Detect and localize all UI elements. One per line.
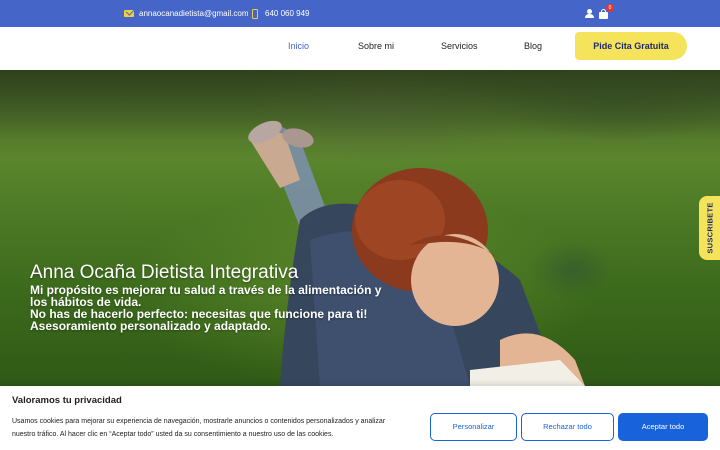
mobile-phone-icon: [252, 8, 258, 19]
user-icon[interactable]: [585, 9, 594, 19]
hero-photo-woman-reading: [248, 120, 585, 386]
nav-item-servicios[interactable]: Servicios: [441, 27, 478, 70]
hero-section: Anna Ocaña Dietista Integrativa Mi propó…: [0, 70, 720, 386]
customize-cookies-button[interactable]: Personalizar: [430, 413, 517, 441]
envelope-icon: [124, 10, 134, 17]
reject-all-cookies-button[interactable]: Rechazar todo: [521, 413, 614, 441]
nav-item-inicio[interactable]: Inicio: [288, 27, 309, 70]
top-contact-bar: annaocanadietista@gmail.com 640 060 949 …: [0, 0, 720, 27]
subscribe-side-tab[interactable]: SUSCRIBETE: [699, 196, 720, 260]
hero-line-4: Asesoramiento personalizado y adaptado.: [30, 319, 271, 333]
phone-contact[interactable]: 640 060 949: [252, 0, 310, 27]
subscribe-tab-label: SUSCRIBETE: [705, 202, 714, 254]
book-appointment-button[interactable]: Pide Cita Gratuita: [575, 32, 687, 60]
email-text[interactable]: annaocanadietista@gmail.com: [139, 9, 249, 18]
hero-text-block: Anna Ocaña Dietista Integrativa Mi propó…: [30, 262, 390, 332]
cookie-title: Valoramos tu privacidad: [12, 395, 122, 406]
main-navigation: Inicio Sobre mi Servicios Blog Pide Cita…: [0, 27, 720, 70]
cookie-description: Usamos cookies para mejorar su experienc…: [12, 415, 412, 441]
bag-body: [599, 12, 608, 19]
hero-title: Anna Ocaña Dietista Integrativa: [30, 262, 299, 283]
phone-text[interactable]: 640 060 949: [265, 9, 310, 18]
cookie-text-line-1: Usamos cookies para mejorar su experienc…: [12, 418, 386, 425]
accept-all-cookies-button[interactable]: Aceptar todo: [618, 413, 708, 441]
cart-count-badge[interactable]: 0: [606, 4, 614, 12]
email-contact[interactable]: annaocanadietista@gmail.com: [124, 0, 249, 27]
nav-item-blog[interactable]: Blog: [524, 27, 542, 70]
cookie-text-line-2: nuestro tráfico. Al hacer clic en “Acept…: [12, 431, 334, 438]
nav-item-sobre-mi[interactable]: Sobre mi: [358, 27, 394, 70]
cookie-consent-banner: Valoramos tu privacidad Usamos cookies p…: [0, 386, 720, 450]
